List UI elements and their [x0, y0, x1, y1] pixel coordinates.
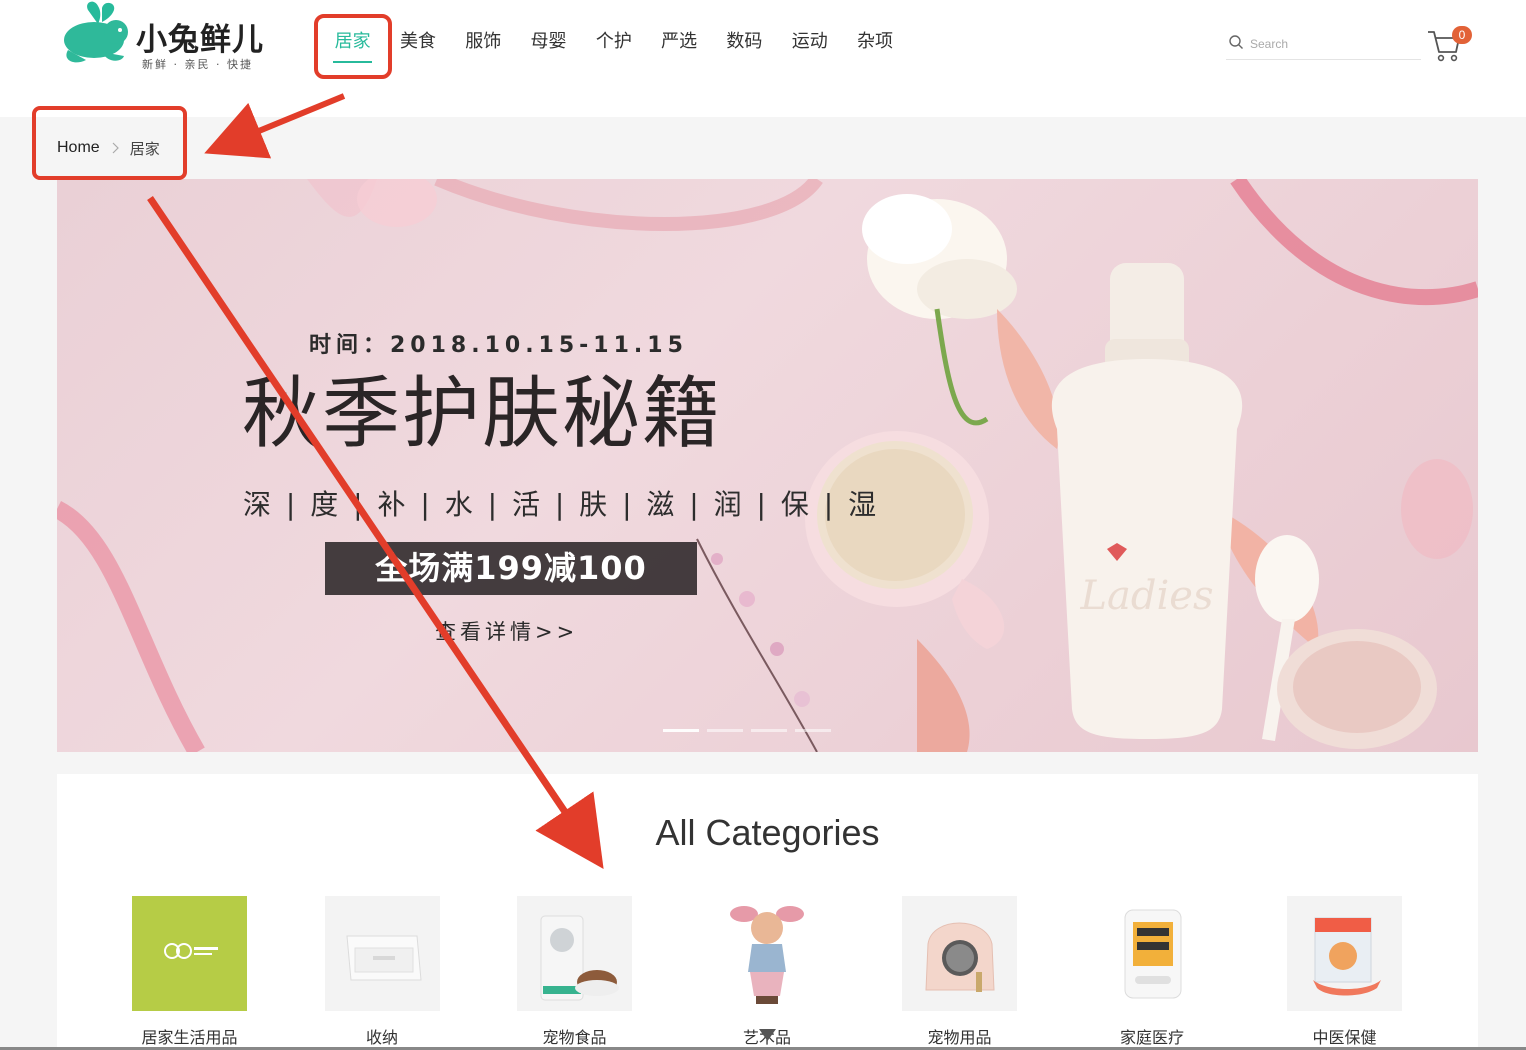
nav-item-apparel[interactable]: 服饰 [451, 22, 516, 66]
cart-button[interactable]: 0 [1426, 24, 1476, 64]
chevron-right-icon [112, 142, 119, 154]
pet-food-bag-icon [540, 915, 619, 1001]
category-label: 家庭医疗 [1119, 1028, 1184, 1047]
breadcrumb-home-link[interactable]: Home [57, 139, 100, 157]
health-product-box-icon [1313, 917, 1381, 996]
banner-promo: 全场满199减100 [325, 542, 697, 595]
logo-title: 小兔鲜儿 [136, 22, 264, 58]
storage-box-icon [345, 935, 422, 981]
category-label: 收纳 [365, 1028, 398, 1047]
category-item[interactable]: 中医保健 [1287, 896, 1480, 1050]
search-input[interactable] [1250, 33, 1410, 55]
nav-item-digital[interactable]: 数码 [712, 22, 777, 66]
category-item[interactable]: 艺术品 [709, 896, 903, 1050]
category-image [132, 896, 247, 1011]
breadcrumb-current: 居家 [129, 139, 160, 158]
category-label: 中医保健 [1312, 1028, 1377, 1047]
category-item[interactable]: 宠物用品 [902, 896, 1095, 1050]
banner-tagline: 深 | 度 | 补 | 水 | 活 | 肤 | 滋 | 润 | 保 | 湿 [243, 488, 880, 521]
banner-more-link[interactable]: 查看详情>> [435, 616, 578, 646]
category-item[interactable]: 居家生活用品 [132, 896, 325, 1050]
category-label: 宠物食品 [542, 1028, 607, 1047]
nav-item-sports[interactable]: 运动 [777, 22, 842, 66]
category-image [324, 896, 440, 1011]
nav-item-personal-care[interactable]: 个护 [581, 22, 646, 66]
cart-count-badge: 0 [1452, 26, 1472, 44]
logo[interactable]: 小兔鲜儿 新鲜 · 亲民 · 快捷 [58, 0, 288, 72]
banner-headline: 秋季护肤秘籍 [242, 369, 723, 459]
site-header: 小兔鲜儿 新鲜 · 亲民 · 快捷 居家 美食 服饰 母婴 个护 严选 数码 运… [0, 0, 1526, 117]
main-nav: 居家 美食 服饰 母婴 个护 严选 数码 运动 杂项 [320, 22, 908, 66]
blood-pressure-monitor-icon [1124, 909, 1181, 999]
carousel-dot[interactable] [663, 729, 699, 732]
carousel-dot[interactable] [707, 729, 743, 732]
nav-item-baby[interactable]: 母婴 [516, 22, 581, 66]
category-label: 居家生活用品 [141, 1028, 238, 1047]
hero-banner[interactable]: Ladies 时间：2018.10.15-11.15 秋季护肤秘籍 深 | 度 … [57, 179, 1478, 752]
logo-subtitle: 新鲜 · 亲民 · 快捷 [142, 58, 253, 71]
carousel-dot[interactable] [795, 729, 831, 732]
category-image [517, 896, 632, 1011]
category-image [709, 896, 825, 1011]
category-list: 居家生活用品 收纳 宠物食品 艺术品 宠物用品 家庭医疗 中医保健 [132, 896, 1480, 1050]
search-icon [1229, 35, 1243, 49]
category-image [1287, 896, 1402, 1011]
figurine-icon [729, 906, 804, 1004]
pet-litter-box-icon [925, 922, 995, 992]
nav-item-misc[interactable]: 杂项 [842, 22, 907, 66]
bottle-brand-text: Ladies [1079, 573, 1213, 619]
nav-item-home-living[interactable]: 居家 [320, 22, 385, 66]
rabbit-logo-icon [64, 1, 128, 63]
nav-item-selection[interactable]: 严选 [646, 22, 711, 66]
category-item[interactable]: 家庭医疗 [1094, 896, 1288, 1050]
category-label: 艺术品 [742, 1028, 791, 1047]
section-title: All Categories [655, 812, 880, 853]
banner-date: 时间：2018.10.15-11.15 [309, 333, 688, 358]
nav-item-food[interactable]: 美食 [385, 22, 450, 66]
search-box [1226, 28, 1421, 60]
category-label: 宠物用品 [927, 1028, 992, 1047]
banner-artwork: Ladies [57, 179, 1478, 752]
brand-logo-icon [164, 943, 218, 959]
carousel-indicators [663, 729, 831, 732]
category-item[interactable]: 收纳 [324, 896, 518, 1050]
breadcrumb: Home 居家 [57, 137, 160, 159]
category-image [1094, 896, 1210, 1011]
carousel-dot[interactable] [751, 729, 787, 732]
category-image [902, 896, 1017, 1011]
all-categories-section: All Categories 居家生活用品 收纳 宠物食品 艺术品 宠物用品 家… [57, 774, 1478, 1050]
category-item[interactable]: 宠物食品 [517, 896, 710, 1050]
